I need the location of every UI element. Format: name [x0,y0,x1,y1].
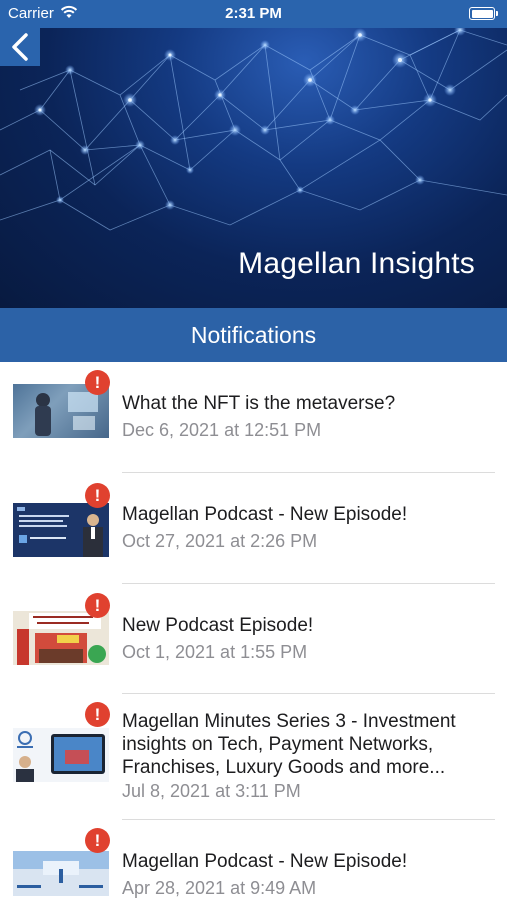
notification-date: Apr 28, 2021 at 9:49 AM [122,878,317,898]
notification-thumbnail [13,503,109,557]
clock: 2:31 PM [225,5,282,22]
notification-title: New Podcast Episode! [122,615,314,636]
section-title: Notifications [190,321,317,348]
notification-row[interactable]: ! Magellan Podcast - New Episode! Oct 27… [0,473,507,584]
notification-thumbnail [13,728,109,782]
notification-title: Magellan Podcast - New Episode! [122,851,408,872]
unread-badge: ! [85,593,110,618]
notification-date: Oct 27, 2021 at 2:26 PM [122,531,318,551]
notification-thumbnail [13,851,109,896]
back-button[interactable] [0,28,40,66]
notification-date: Dec 6, 2021 at 12:51 PM [122,420,322,440]
notification-thumbnail [13,611,109,665]
chevron-left-icon [12,33,28,61]
notification-row[interactable]: ! Magellan Podcast - New Episode! Apr 28… [0,820,507,900]
unread-badge: ! [85,828,110,853]
notification-title: Magellan Minutes Series 3 - Investment i… [122,711,456,778]
app-title: Magellan Insights [238,247,475,280]
notification-date: Jul 8, 2021 at 3:11 PM [122,781,301,801]
status-bar: Carrier 2:31 PM [0,0,507,28]
notification-title: Magellan Podcast - New Episode! [122,504,408,525]
notification-date: Oct 1, 2021 at 1:55 PM [122,642,308,662]
notification-row[interactable]: ! Magellan Minutes Series 3 - Investment… [0,694,507,820]
section-header: Notifications [0,308,507,362]
notification-row[interactable]: ! What the NFT is the metaverse? Dec 6, … [0,362,507,473]
header-banner: Carrier 2:31 PM Magellan Insights [0,0,507,308]
battery-icon [469,7,498,20]
unread-badge: ! [85,702,110,727]
notification-row[interactable]: ! New Podcast Episode! Oct 1, 2021 at 1:… [0,583,507,694]
unread-badge: ! [85,483,110,508]
unread-badge: ! [85,370,110,395]
notification-title: What the NFT is the metaverse? [122,393,396,414]
